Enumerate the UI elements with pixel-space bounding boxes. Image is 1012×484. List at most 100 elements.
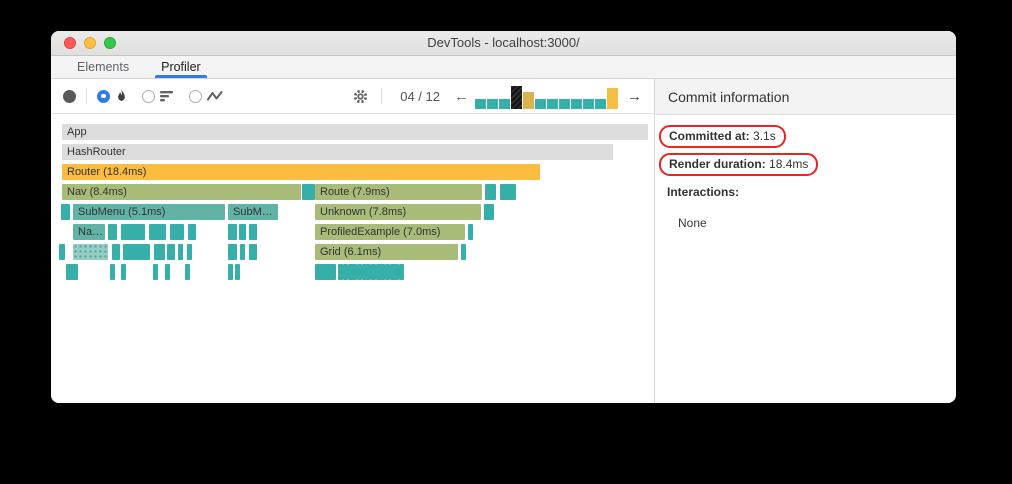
settings-button[interactable] (350, 88, 371, 105)
flame-bar[interactable] (121, 224, 145, 240)
flame-bar[interactable] (249, 244, 257, 260)
committed-at-value: 3.1s (753, 129, 776, 143)
flame-bar[interactable] (121, 264, 126, 280)
commit-info-body: Committed at: 3.1s Render duration: 18.4… (655, 115, 956, 240)
commit-bar[interactable] (607, 87, 618, 109)
commit-index-label: 04 / 12 (400, 88, 440, 104)
flame-bar[interactable]: Nav (8.4ms) (62, 184, 301, 200)
flame-bar[interactable] (228, 244, 237, 260)
committed-at-row: Committed at: 3.1s (659, 125, 944, 148)
tab-profiler[interactable]: Profiler (155, 56, 207, 78)
flame-bar[interactable] (485, 184, 496, 200)
toolbar-divider (381, 88, 383, 104)
flame-bar[interactable] (154, 244, 165, 260)
tab-bar: Elements Profiler (51, 56, 956, 79)
flame-bar[interactable]: SubMenu (5.1ms) (73, 204, 225, 220)
commit-info-panel: Commit information Committed at: 3.1s Re… (655, 79, 956, 403)
flame-bar[interactable] (112, 244, 120, 260)
committed-at-label: Committed at: (669, 129, 750, 143)
flame-bar[interactable] (61, 204, 70, 220)
flame-bar[interactable] (239, 224, 246, 240)
flame-bar[interactable] (178, 244, 183, 260)
commit-bar[interactable] (559, 98, 570, 109)
toolbar-divider (86, 88, 87, 104)
flame-bar[interactable]: Router (18.4ms) (62, 164, 540, 180)
flame-bar[interactable] (149, 224, 166, 240)
profiler-pane: 04 / 12 ← → App HashRouter Router (18.4ms)… (51, 79, 655, 403)
commit-bar[interactable] (487, 98, 498, 109)
flame-bar[interactable]: ProfiledExample (7.0ms) (315, 224, 465, 240)
commit-bar[interactable] (571, 98, 582, 109)
flame-bar[interactable] (235, 264, 240, 280)
next-commit-button[interactable]: → (621, 84, 648, 109)
flame-icon (115, 88, 128, 104)
interactions-icon (207, 90, 224, 102)
main-area: 04 / 12 ← → App HashRouter Router (18.4ms)… (51, 79, 956, 403)
flame-bar[interactable] (170, 224, 184, 240)
render-duration-row: Render duration: 18.4ms (659, 153, 944, 176)
flame-bar[interactable]: Grid (6.1ms) (315, 244, 458, 260)
flame-bar[interactable] (73, 244, 108, 260)
commit-bar[interactable] (523, 91, 534, 109)
flame-bar[interactable] (461, 244, 466, 260)
devtools-window: DevTools - localhost:3000/ Elements Prof… (51, 31, 956, 403)
commit-selector-chart[interactable] (475, 84, 621, 109)
commit-bar[interactable] (595, 98, 606, 109)
flame-bar[interactable] (187, 244, 192, 260)
committed-at-annotation: Committed at: 3.1s (659, 125, 786, 148)
flame-bar[interactable]: Na… (73, 224, 105, 240)
flame-bar[interactable] (66, 264, 78, 280)
commit-bar[interactable] (535, 98, 546, 109)
interactions-radio[interactable] (189, 89, 202, 103)
ranked-view-option[interactable] (142, 89, 175, 103)
interactions-label: Interactions: (667, 185, 740, 199)
flame-bar[interactable]: App (62, 124, 648, 140)
ranked-radio[interactable] (142, 89, 155, 103)
render-duration-value: 18.4ms (769, 157, 809, 171)
flame-bar[interactable] (153, 264, 158, 280)
commit-bar[interactable] (475, 98, 486, 109)
flame-bar[interactable]: HashRouter (62, 144, 613, 160)
flamegraph: App HashRouter Router (18.4ms) Nav (8.4ms) R… (51, 114, 654, 403)
flamegraph-view-option[interactable] (97, 88, 128, 104)
window-title: DevTools - localhost:3000/ (427, 35, 580, 50)
flame-bar[interactable] (315, 264, 336, 280)
interactions-view-option[interactable] (189, 89, 224, 103)
flame-bar[interactable]: Unknown (7.8ms) (315, 204, 481, 220)
flame-bar[interactable] (110, 264, 115, 280)
flame-bar[interactable]: Route (7.9ms) (315, 184, 482, 200)
flame-bar[interactable] (249, 224, 257, 240)
commit-navigation: 04 / 12 ← → (350, 84, 648, 109)
profiler-toolbar: 04 / 12 ← → (51, 79, 654, 114)
flame-bar[interactable] (188, 224, 196, 240)
flame-bar[interactable] (59, 244, 65, 260)
flame-bar[interactable]: SubM… (228, 204, 278, 220)
flame-bar[interactable] (108, 224, 117, 240)
tab-profiler-label: Profiler (161, 60, 201, 74)
flame-bar[interactable] (167, 244, 175, 260)
flame-bar[interactable] (123, 244, 150, 260)
prev-commit-button[interactable]: ← (448, 84, 475, 109)
record-button[interactable] (63, 89, 76, 103)
flame-bar[interactable] (399, 264, 404, 280)
title-bar[interactable]: DevTools - localhost:3000/ (51, 31, 956, 56)
commit-info-title: Commit information (655, 79, 956, 115)
render-duration-annotation: Render duration: 18.4ms (659, 153, 819, 176)
flame-bar[interactable] (511, 184, 516, 200)
flame-bar[interactable] (484, 204, 494, 220)
flame-bar[interactable] (228, 224, 237, 240)
commit-bar[interactable] (511, 85, 522, 109)
flame-bar[interactable] (185, 264, 190, 280)
ranked-chart-icon (160, 90, 175, 102)
render-duration-label: Render duration: (669, 157, 766, 171)
flame-bar[interactable] (468, 224, 473, 240)
commit-bar[interactable] (583, 98, 594, 109)
flame-bar[interactable] (228, 264, 233, 280)
commit-bar[interactable] (547, 98, 558, 109)
flame-bar[interactable] (165, 264, 170, 280)
tab-elements[interactable]: Elements (75, 56, 131, 78)
view-controls (63, 88, 238, 104)
commit-bar[interactable] (499, 98, 510, 109)
flamegraph-radio[interactable] (97, 89, 110, 103)
flame-bar[interactable] (240, 244, 245, 260)
